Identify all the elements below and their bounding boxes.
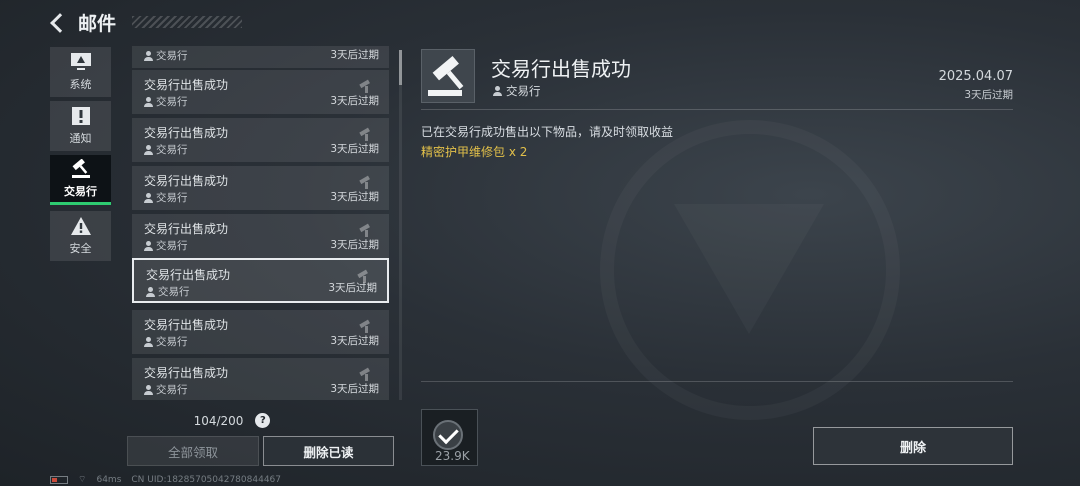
tab-system[interactable]: 系统 (50, 47, 111, 97)
tab-label: 交易行 (64, 184, 97, 198)
list-scrollbar[interactable] (399, 50, 402, 400)
person-icon (144, 96, 153, 107)
list-item[interactable]: 交易行出售成功 交易行 3天后过期 (132, 70, 389, 114)
gavel-icon (428, 55, 464, 96)
tab-label: 安全 (69, 242, 92, 255)
mail-expiry: 3天后过期 (330, 191, 379, 203)
gavel-icon (359, 127, 370, 141)
mail-title: 交易行出售成功 (144, 174, 229, 188)
person-icon (144, 50, 153, 61)
mail-sender: 交易行 (144, 94, 188, 109)
mail-sender: 交易行 (144, 238, 188, 253)
attachment-quantity: 23.9K (435, 449, 470, 463)
person-icon (144, 240, 153, 251)
person-icon (493, 86, 502, 96)
back-button[interactable] (50, 13, 68, 31)
page-title: 邮件 (78, 12, 117, 35)
detail-divider-top (421, 109, 1013, 110)
person-icon (144, 336, 153, 347)
status-bar: ⌔ 64ms CN UID:18285705042780844467 (50, 474, 281, 485)
warning-icon (70, 217, 91, 235)
delete-read-button[interactable]: 删除已读 (263, 436, 394, 466)
gavel-icon (359, 367, 370, 381)
mail-sender: 交易行 (144, 382, 188, 397)
list-item[interactable]: 交易行出售成功 交易行 3天后过期 (132, 166, 389, 210)
help-icon[interactable]: ? (255, 413, 271, 428)
tab-label: 系统 (69, 78, 92, 91)
battery-icon (50, 475, 68, 484)
person-icon (144, 144, 153, 155)
ping-text: 64ms (96, 474, 122, 485)
mail-expiry: 3天后过期 (330, 335, 379, 347)
mail-sender: 交易行 (146, 284, 190, 299)
gavel-icon (359, 175, 370, 189)
mail-expiry: 3天后过期 (330, 143, 379, 155)
list-item[interactable]: 交易行出售成功 交易行 3天后过期 (132, 358, 389, 400)
mail-expiry: 3天后过期 (328, 282, 377, 294)
mail-expiry: 3天后过期 (330, 239, 379, 251)
mail-count: 104/200 (193, 413, 244, 428)
detail-item: 精密护甲维修包 x 2 (421, 145, 528, 159)
mail-sender: 交易行 (144, 48, 188, 63)
detail-date: 2025.04.07 (938, 69, 1013, 84)
detail-title: 交易行出售成功 (491, 57, 631, 81)
mail-expiry: 3天后过期 (330, 49, 379, 61)
mail-title: 交易行出售成功 (144, 366, 229, 380)
mail-title: 交易行出售成功 (144, 318, 229, 332)
delete-button[interactable]: 删除 (813, 427, 1013, 465)
attachment-slot[interactable]: 23.9K (421, 409, 478, 466)
list-item-selected[interactable]: 交易行出售成功 交易行 3天后过期 (132, 258, 389, 303)
mail-title: 交易行出售成功 (144, 222, 229, 236)
monitor-icon (70, 53, 91, 70)
mail-expiry: 3天后过期 (330, 95, 379, 107)
check-icon (433, 420, 463, 450)
tab-trade[interactable]: 交易行 (50, 155, 111, 205)
mail-expiry: 3天后过期 (330, 383, 379, 395)
mail-title: 交易行出售成功 (146, 268, 231, 282)
gavel-icon (359, 79, 370, 93)
mail-title: 交易行出售成功 (144, 78, 229, 92)
list-item[interactable]: 交易行 3天后过期 (132, 46, 389, 68)
gavel-icon (359, 319, 370, 333)
person-icon (146, 286, 155, 297)
tab-notice[interactable]: 通知 (50, 101, 111, 151)
list-item[interactable]: 交易行出售成功 交易行 3天后过期 (132, 118, 389, 162)
detail-body: 已在交易行成功售出以下物品，请及时领取收益 (421, 125, 674, 139)
gavel-icon (359, 223, 370, 237)
list-scroll-thumb[interactable] (399, 50, 402, 85)
mail-title: 交易行出售成功 (144, 126, 229, 140)
mail-sender: 交易行 (144, 334, 188, 349)
mail-thumbnail (421, 49, 475, 103)
gavel-icon (71, 158, 90, 178)
person-icon (144, 192, 153, 203)
mail-list[interactable]: 交易行 3天后过期 交易行出售成功 交易行 3天后过期 交易行出售成功 交易行 … (132, 46, 390, 400)
header: 邮件 (50, 8, 243, 36)
background-emblem (600, 120, 900, 420)
claim-all-button[interactable]: 全部领取 (127, 436, 259, 466)
tab-label: 通知 (69, 132, 92, 145)
title-decoration (132, 16, 243, 28)
detail-divider-bottom (421, 381, 1013, 382)
tab-security[interactable]: 安全 (50, 211, 111, 261)
mail-sender: 交易行 (144, 142, 188, 157)
mail-sender: 交易行 (144, 190, 188, 205)
list-item[interactable]: 交易行出售成功 交易行 3天后过期 (132, 310, 389, 354)
person-icon (144, 384, 153, 395)
exclamation-icon (71, 107, 90, 125)
wifi-icon: ⌔ (78, 475, 87, 485)
detail-expiry: 3天后过期 (964, 89, 1013, 101)
detail-sender: 交易行 (493, 83, 541, 99)
list-item[interactable]: 交易行出售成功 交易行 3天后过期 (132, 214, 389, 258)
uid-text: CN UID:18285705042780844467 (131, 474, 281, 485)
mail-count-row: 104/200 ? (132, 413, 332, 428)
